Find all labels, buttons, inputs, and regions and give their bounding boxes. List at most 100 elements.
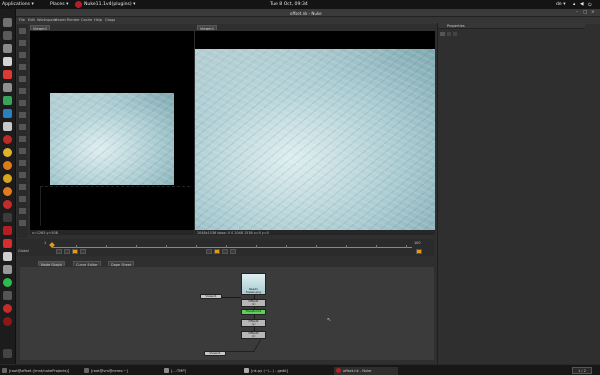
- pdf-icon[interactable]: [3, 239, 12, 248]
- minimize-icon[interactable]: –: [576, 10, 578, 15]
- app-menu[interactable]: Nuke11.1v4(plugins) ▾: [84, 2, 136, 7]
- volume-icon[interactable]: ◀: [580, 2, 584, 7]
- viewer1-canvas[interactable]: [30, 31, 194, 230]
- maximize-icon[interactable]: □: [583, 10, 587, 15]
- task-gedit[interactable]: [nk.py (~/...) - gedit]: [242, 367, 320, 375]
- menu-edit[interactable]: Edit: [28, 18, 35, 22]
- fps-dropdown[interactable]: Global: [18, 249, 29, 253]
- places-menu[interactable]: Places ▾: [50, 2, 68, 7]
- menu-render[interactable]: Render: [67, 18, 80, 22]
- keyer-tool-icon[interactable]: [19, 100, 26, 106]
- offset3-node[interactable]: Offset3 (x): [241, 331, 266, 339]
- menu-cache[interactable]: Cache: [81, 18, 92, 22]
- archive-icon[interactable]: [3, 291, 12, 300]
- image-tool-icon[interactable]: [19, 28, 26, 34]
- viewer-node-left[interactable]: Viewer1: [200, 294, 222, 299]
- menu-help[interactable]: Help: [94, 18, 102, 22]
- max-panels-field[interactable]: [440, 32, 445, 36]
- language-indicator[interactable]: de ▾: [556, 2, 566, 7]
- nuke-dock-icon[interactable]: [3, 135, 12, 144]
- next-frame-button[interactable]: [206, 249, 212, 254]
- tab-curve-editor[interactable]: Curve Editor: [73, 261, 101, 267]
- prev-frame-button[interactable]: [80, 249, 86, 254]
- tab-node-graph[interactable]: Node Graph: [38, 261, 65, 267]
- node-graph[interactable]: Read1 freeze.png Offset1 (x) Transform1 …: [20, 267, 434, 360]
- document-icon[interactable]: [3, 57, 12, 66]
- window-title: offset.nk - Nuke: [290, 10, 322, 16]
- media-icon[interactable]: [3, 161, 12, 170]
- nuke-studio-icon[interactable]: [3, 317, 12, 326]
- lock-panels-icon[interactable]: [447, 32, 451, 36]
- settings-icon[interactable]: [3, 83, 12, 92]
- network-app-icon[interactable]: [3, 109, 12, 118]
- particles-tool-icon[interactable]: [19, 172, 26, 178]
- time-tool-icon[interactable]: [19, 52, 26, 58]
- transform-tool-icon[interactable]: [19, 124, 26, 130]
- read-node[interactable]: Read1 freeze.png: [241, 273, 266, 295]
- viewer2-canvas[interactable]: [195, 31, 435, 230]
- firefox-icon[interactable]: [3, 187, 12, 196]
- task-files[interactable]: [...:TMP]: [162, 367, 240, 375]
- clock[interactable]: Tue 8 Oct, 09:34: [270, 2, 308, 7]
- channel-tool-icon[interactable]: [19, 64, 26, 70]
- spotify-icon[interactable]: [3, 278, 12, 287]
- terminal-icon[interactable]: [3, 31, 12, 40]
- timeline[interactable]: 1 100 Global: [16, 239, 434, 256]
- network-icon[interactable]: ▴: [573, 2, 575, 7]
- show-apps-icon[interactable]: [3, 349, 12, 358]
- app-red-icon[interactable]: [3, 304, 12, 313]
- draw-tool-icon[interactable]: [19, 40, 26, 46]
- window-titlebar[interactable]: offset.nk - Nuke – □ ×: [16, 9, 600, 17]
- clear-panels-icon[interactable]: [453, 32, 457, 36]
- 3d-tool-icon[interactable]: [19, 136, 26, 142]
- power-icon[interactable]: ⏻: [588, 2, 592, 8]
- close-icon[interactable]: ×: [591, 10, 595, 15]
- views-tool-icon[interactable]: [19, 148, 26, 154]
- viewer2-status: 2048x1536 bbox: 0 0 2048 1536 x=0 y=0: [195, 230, 435, 235]
- spreadsheet-icon[interactable]: [3, 96, 12, 105]
- next-keyframe-button[interactable]: [222, 249, 228, 254]
- filter-tool-icon[interactable]: [19, 88, 26, 94]
- color-tool-icon[interactable]: [19, 76, 26, 82]
- workspace-pager[interactable]: 1 / 2: [572, 367, 592, 374]
- nukex-icon[interactable]: [3, 226, 12, 235]
- properties-header: Properties: [438, 23, 585, 29]
- browser-icon[interactable]: [3, 70, 12, 79]
- task-terminal-2[interactable]: [root@vm@ceres:~]: [82, 367, 160, 375]
- offset2-node[interactable]: Offset2 (y): [241, 319, 266, 327]
- terminal2-icon[interactable]: [3, 213, 12, 222]
- calendar-icon[interactable]: [3, 122, 12, 131]
- prev-keyframe-button[interactable]: [64, 249, 70, 254]
- files-icon[interactable]: [3, 18, 12, 27]
- viewer2-tab[interactable]: Viewer1: [197, 25, 218, 31]
- furnace-tool-icon[interactable]: [19, 208, 26, 214]
- tab-dope-sheet[interactable]: Dope Sheet: [108, 261, 135, 267]
- viewer-node-bottom[interactable]: Viewer1: [204, 351, 226, 356]
- toolsets-icon[interactable]: [19, 184, 26, 190]
- menu-ctags[interactable]: Ctags: [105, 18, 115, 22]
- merge-tool-icon[interactable]: [19, 112, 26, 118]
- play-forward-button[interactable]: [214, 249, 220, 254]
- menu-file[interactable]: File: [19, 18, 25, 22]
- menu-viewer[interactable]: Viewer: [54, 18, 66, 22]
- viewer1-tab[interactable]: Viewer1: [30, 25, 51, 31]
- metadata-tool-icon[interactable]: [19, 160, 26, 166]
- play-backward-button[interactable]: [72, 249, 78, 254]
- last-frame-button[interactable]: [230, 249, 236, 254]
- applications-menu[interactable]: Applications ▾: [2, 2, 34, 7]
- emoji-app-icon[interactable]: [3, 148, 12, 157]
- dock: [0, 9, 16, 364]
- plugins-tool-icon[interactable]: [19, 220, 26, 226]
- task-terminal-1[interactable]: [root@offset (/mnt/nukeProjects)]: [0, 367, 80, 375]
- loop-button[interactable]: [416, 249, 422, 254]
- read-node-label: Read1 freeze.png: [246, 286, 261, 294]
- calculator-icon[interactable]: [3, 265, 12, 274]
- text-editor-icon[interactable]: [3, 44, 12, 53]
- offset1-node[interactable]: Offset1 (x): [241, 299, 266, 307]
- first-frame-button[interactable]: [56, 249, 62, 254]
- lock-icon[interactable]: [3, 174, 12, 183]
- record-icon[interactable]: [3, 200, 12, 209]
- image-viewer-icon[interactable]: [3, 252, 12, 261]
- task-nuke[interactable]: offset.nk - Nuke: [334, 366, 398, 375]
- other-tool-icon[interactable]: [19, 196, 26, 202]
